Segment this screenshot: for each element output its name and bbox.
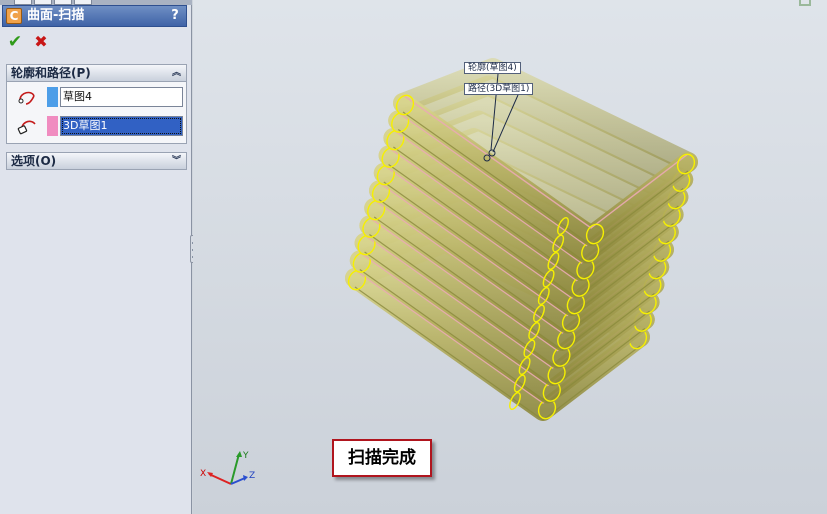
profile-callout[interactable]: 轮廓(草图4) <box>464 62 521 74</box>
reference-triad: X Y Z <box>200 451 255 485</box>
graphics-area[interactable]: 轮廓(草图4) 路径(3D草图1) 扫描完成 X Y Z <box>193 0 827 514</box>
property-manager: C 曲面-扫描 ? ✔ ✖ 轮廓和路径(P) ︽ 草图4 3D草图1 选项(O)… <box>0 0 192 514</box>
profile-path-group-body: 草图4 3D草图1 <box>6 82 187 144</box>
swept-surface-model[interactable] <box>193 0 827 514</box>
feature-title-bar: C 曲面-扫描 ? <box>2 5 187 27</box>
options-group-header[interactable]: 选项(O) ︾ <box>6 152 187 170</box>
triad-y-label: Y <box>242 451 249 461</box>
path-selection-box[interactable]: 3D草图1 <box>60 116 183 136</box>
cancel-button[interactable]: ✖ <box>32 33 50 51</box>
triad-z-label: Z <box>249 471 255 481</box>
triad-x-label: X <box>200 469 206 479</box>
profile-selection-box[interactable]: 草图4 <box>60 87 183 107</box>
path-callout[interactable]: 路径(3D草图1) <box>464 83 534 95</box>
sweep-complete-label: 扫描完成 <box>332 439 432 477</box>
profile-path-group-header[interactable]: 轮廓和路径(P) ︽ <box>6 64 187 82</box>
view-orientation-icon[interactable] <box>799 0 811 6</box>
help-button[interactable]: ? <box>168 8 182 24</box>
options-group-label: 选项(O) <box>11 154 57 168</box>
surface-sweep-icon: C <box>6 8 22 24</box>
ok-button[interactable]: ✔ <box>6 33 24 51</box>
profile-selection-icon <box>18 91 35 105</box>
profile-color-swatch <box>47 87 58 107</box>
path-selection-icon <box>17 120 36 135</box>
collapse-chevron-icon[interactable]: ︽ <box>170 66 183 80</box>
profile-path-group-label: 轮廓和路径(P) <box>11 66 91 80</box>
path-color-swatch <box>47 116 58 136</box>
expand-chevron-icon[interactable]: ︾ <box>170 154 183 168</box>
helical-sweep-coil[interactable] <box>345 58 698 421</box>
feature-title: 曲面-扫描 <box>27 8 85 23</box>
